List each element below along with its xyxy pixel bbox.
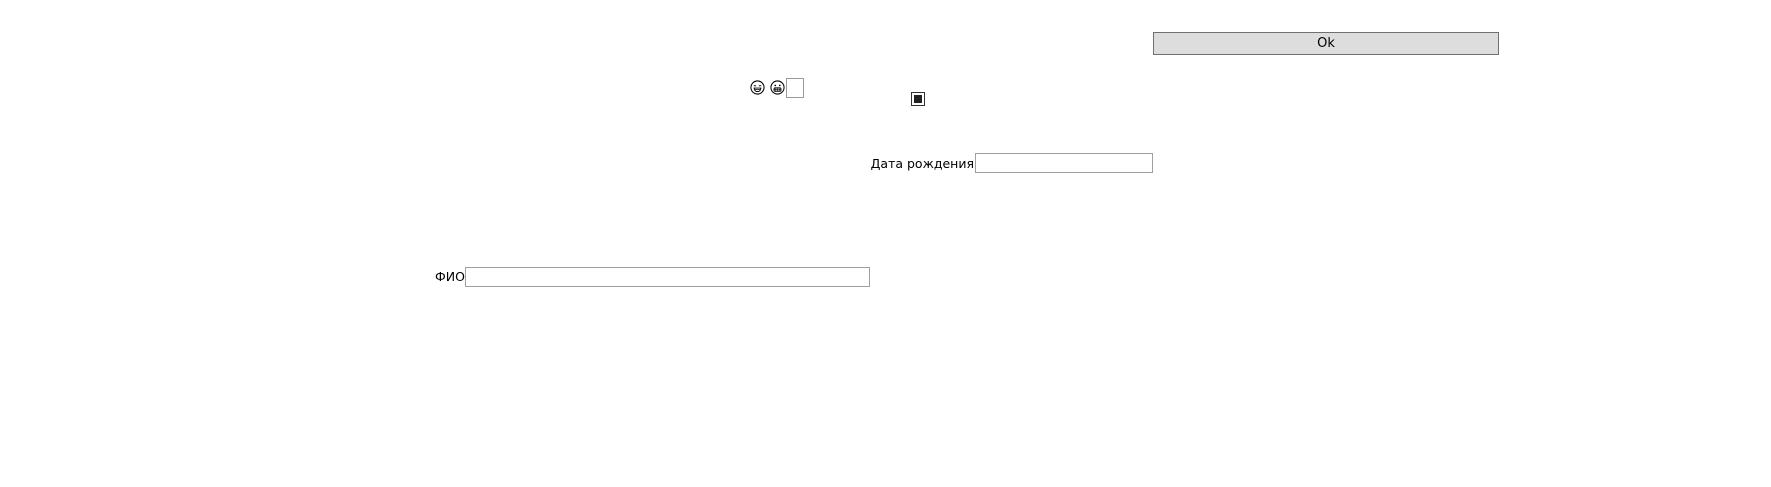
ok-button[interactable]: Ok: [1153, 32, 1499, 55]
laughing-face-icon-glyph: [750, 80, 765, 95]
checkbox-indeterminate-mark: [914, 95, 922, 103]
checkbox[interactable]: [911, 92, 925, 106]
birth-date-input[interactable]: [975, 153, 1153, 173]
birth-date-label: Дата рождения: [870, 156, 974, 171]
laughing-face-icon[interactable]: [750, 80, 765, 95]
full-name-input[interactable]: [465, 267, 870, 287]
grinning-face-icon[interactable]: [770, 80, 785, 95]
grinning-face-icon-glyph: [770, 80, 785, 95]
small-input-box[interactable]: [786, 78, 804, 98]
full-name-label: ФИО: [435, 269, 465, 284]
